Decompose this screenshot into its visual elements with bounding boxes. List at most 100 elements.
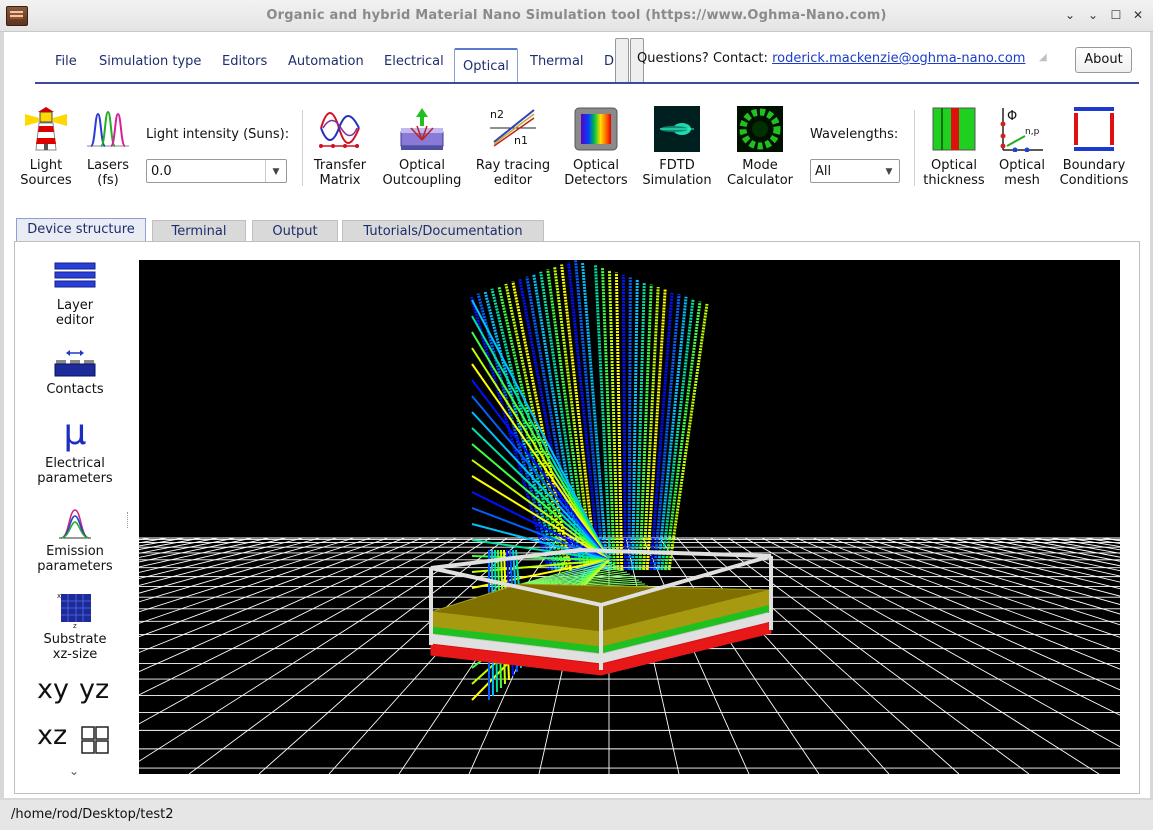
wavelengths-combo[interactable]: All ▼: [810, 159, 900, 183]
optical-thickness-button[interactable]: Optical thickness: [921, 106, 987, 188]
minimize-icon[interactable]: ⌄: [1085, 7, 1101, 23]
four-views-icon[interactable]: [81, 726, 109, 754]
grid-line: [931, 537, 1120, 583]
tab-scroll-left-button[interactable]: [615, 38, 629, 84]
layer-editor-label-2: editor: [55, 313, 95, 328]
optical-detectors-button[interactable]: Optical Detectors: [562, 106, 630, 188]
optical-mesh-button[interactable]: Φ n,p Optical mesh: [994, 106, 1050, 188]
mode-calculator-label-1: Mode: [742, 158, 778, 173]
about-button[interactable]: About: [1075, 47, 1132, 73]
ray-trace: [649, 291, 674, 571]
grid-line: [139, 537, 389, 624]
tab-terminal[interactable]: Terminal: [152, 220, 246, 243]
optical-thickness-label-1: Optical: [931, 158, 977, 173]
optical-thickness-icon: [931, 106, 977, 152]
mode-calculator-label-2: Calculator: [726, 173, 793, 188]
lasers-label-1: Lasers: [86, 158, 130, 173]
boundary-conditions-label-1: Boundary: [1062, 158, 1126, 173]
lasers-button[interactable]: Lasers (fs): [84, 106, 132, 188]
optical-thickness-label-2: thickness: [923, 173, 985, 188]
tab-automation[interactable]: Automation: [288, 54, 364, 69]
wavelengths-label: Wavelengths:: [810, 127, 899, 142]
view-xz-button[interactable]: xz: [37, 720, 67, 751]
mode-calculator-button[interactable]: Mode Calculator: [722, 106, 798, 188]
grid-line: [693, 537, 960, 774]
light-intensity-combo[interactable]: 0.0 ▼: [146, 159, 287, 183]
menu-underline: [35, 82, 1139, 84]
boundary-conditions-button[interactable]: Boundary Conditions: [1056, 106, 1132, 188]
grid-line: [139, 537, 338, 594]
light-sources-button[interactable]: Light Sources: [16, 106, 76, 188]
tab-device-structure[interactable]: Device structure: [16, 218, 146, 243]
light-intensity-label: Light intensity (Suns):: [146, 127, 290, 142]
light-sources-label-1: Light: [29, 158, 63, 173]
contact-email-link[interactable]: roderick.mackenzie@oghma-nano.com: [772, 51, 1025, 66]
grid-line: [1118, 537, 1120, 539]
mode-icon: [737, 106, 783, 152]
grid-line: [710, 537, 1030, 774]
grid-line: [139, 537, 355, 603]
resize-grip-icon: ◢: [1039, 52, 1047, 63]
tab-editors[interactable]: Editors: [222, 54, 267, 69]
more-tools-chevron-icon[interactable]: ⌄: [69, 764, 79, 778]
svg-text:n2: n2: [490, 108, 504, 121]
boundary-conditions-label-2: Conditions: [1059, 173, 1129, 188]
ray-tracing-editor-button[interactable]: n2 n1 Ray tracing editor: [473, 106, 553, 188]
grid-line: [914, 537, 1120, 590]
optical-mesh-label-1: Optical: [999, 158, 1045, 173]
splitter-handle[interactable]: [127, 512, 130, 528]
substrate-xz-size-button[interactable]: x z Substrate xz-size: [15, 592, 135, 662]
optical-mesh-icon: Φ n,p: [999, 106, 1045, 153]
svg-text:n,p: n,p: [1025, 127, 1040, 137]
tab-d[interactable]: D: [604, 54, 614, 69]
grid-line: [778, 537, 1120, 691]
optical-mesh-label-2: mesh: [1004, 173, 1040, 188]
tab-tutorials-documentation[interactable]: Tutorials/Documentation: [342, 220, 544, 243]
tab-output[interactable]: Output: [252, 220, 338, 243]
ribbon-toolbar: Light Sources Lasers (fs) Light intensit…: [4, 94, 1150, 212]
light-sources-label-2: Sources: [20, 173, 72, 188]
contacts-button[interactable]: Contacts: [15, 350, 135, 397]
menu-bar: File Simulation type Editors Automation …: [4, 32, 1150, 84]
grid-line: [982, 537, 1120, 567]
ray-trace: [652, 294, 681, 571]
tab-optical[interactable]: Optical: [454, 48, 518, 83]
emission-parameters-button[interactable]: Emission parameters: [15, 508, 135, 574]
tab-electrical[interactable]: Electrical: [384, 54, 444, 69]
lasers-label-2: (fs): [97, 173, 119, 188]
optical-detectors-label-2: Detectors: [564, 173, 628, 188]
close-icon[interactable]: ✕: [1130, 7, 1146, 23]
grid-line: [659, 537, 820, 774]
electrical-label-2: parameters: [37, 471, 113, 486]
help-arrow-icon[interactable]: ⌄: [1062, 7, 1078, 23]
grid-line: [139, 537, 406, 638]
contact-label: Questions? Contact:: [637, 51, 768, 66]
outcoupling-icon: [399, 106, 445, 152]
maximize-icon[interactable]: ☐: [1108, 7, 1124, 23]
3d-viewport[interactable]: [139, 260, 1120, 774]
boundary-icon: [1071, 106, 1117, 152]
fdtd-label-2: Simulation: [642, 173, 712, 188]
fdtd-simulation-button[interactable]: FDTD Simulation: [640, 106, 714, 188]
grid-line: [1067, 537, 1120, 548]
mu-icon: μ: [63, 412, 87, 453]
tab-file[interactable]: File: [55, 54, 77, 69]
status-path: /home/rod/Desktop/test2: [11, 807, 174, 822]
transfer-matrix-label-2: Matrix: [319, 173, 361, 188]
ray-tracing-label-2: editor: [493, 173, 533, 188]
layer-editor-button[interactable]: Layer editor: [15, 260, 135, 328]
substrate-icon: x z: [57, 592, 93, 630]
electrical-parameters-button[interactable]: μ Electrical parameters: [15, 412, 135, 487]
tab-thermal[interactable]: Thermal: [530, 54, 584, 69]
grid-line: [139, 537, 151, 541]
emission-icon: [57, 508, 93, 540]
transfer-matrix-button[interactable]: Transfer Matrix: [309, 106, 371, 188]
optical-outcoupling-button[interactable]: Optical Outcoupling: [380, 106, 464, 188]
lighthouse-icon: [23, 106, 69, 152]
emission-label-1: Emission: [46, 544, 104, 559]
device-3d-scene: [139, 260, 1120, 774]
view-xy-button[interactable]: xy: [37, 674, 69, 705]
view-yz-button[interactable]: yz: [79, 674, 109, 705]
status-bar: /home/rod/Desktop/test2: [0, 800, 1153, 830]
tab-simulation-type[interactable]: Simulation type: [99, 54, 201, 69]
